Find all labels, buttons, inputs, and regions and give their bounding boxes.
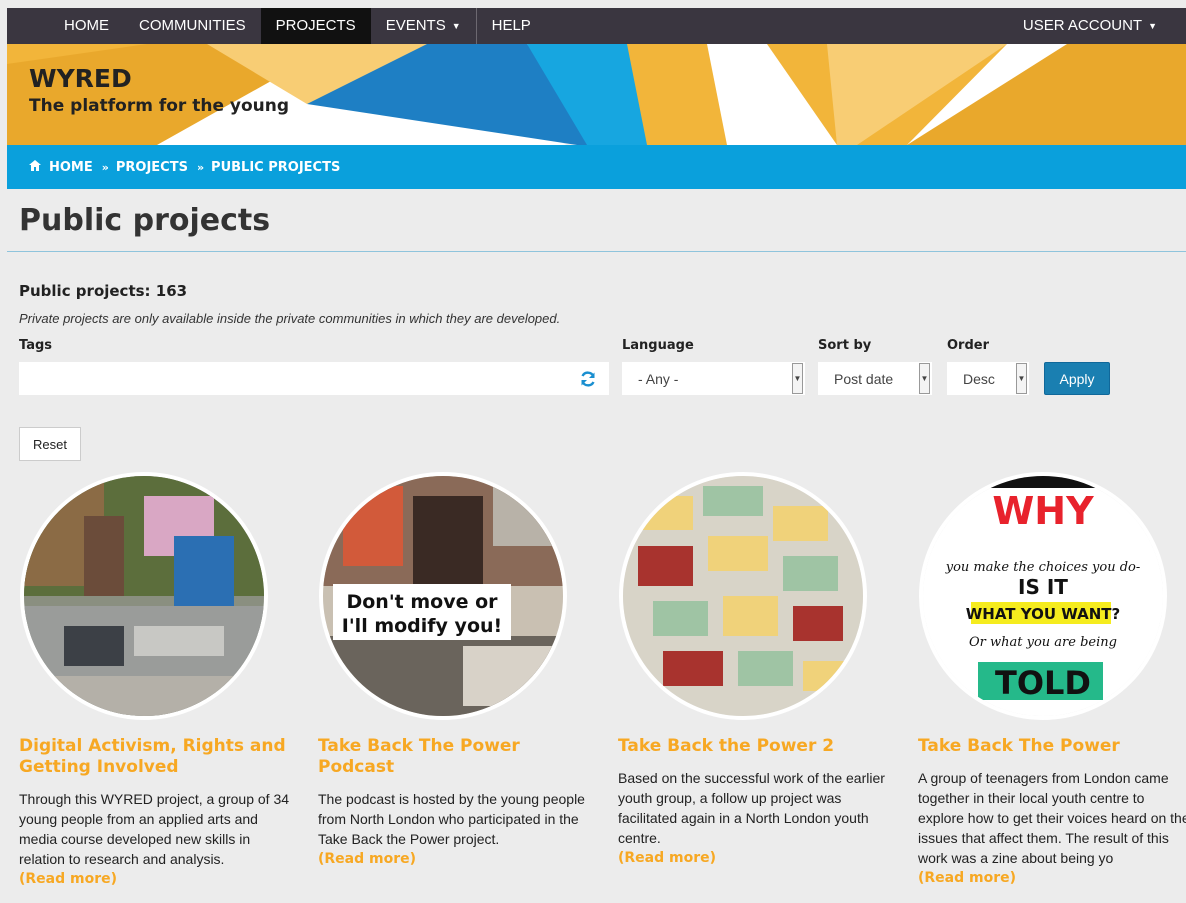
nav-help[interactable]: HELP [477, 8, 546, 44]
project-description: Through this WYRED project, a group of 3… [19, 791, 290, 867]
tags-input[interactable] [19, 362, 567, 395]
project-card: WHY you make the choices you do- IS IT W… [918, 472, 1186, 888]
sort-by-select-value: Post date [834, 370, 894, 387]
project-title[interactable]: Take Back the Power 2 [618, 736, 893, 757]
project-image[interactable] [619, 472, 867, 720]
language-select[interactable]: - Any - ▼ [622, 362, 805, 395]
project-card: Digital Activism, Rights and Getting Inv… [19, 472, 294, 889]
language-label: Language [622, 338, 694, 353]
project-image[interactable]: Don't move or I'll modify you! [319, 472, 567, 720]
banner-graphic [7, 44, 1186, 145]
tags-label: Tags [19, 338, 53, 353]
reset-button[interactable]: Reset [19, 427, 81, 461]
double-chevron-right-icon: » [196, 160, 205, 174]
project-description: The podcast is hosted by the young peopl… [318, 791, 585, 847]
image-text-told: TOLD [995, 664, 1091, 702]
caret-down-icon: ▼ [919, 363, 930, 394]
project-card: Don't move or I'll modify you! Take Back… [318, 472, 593, 869]
page-title: Public projects [19, 203, 271, 238]
caret-down-icon: ▼ [451, 21, 461, 32]
read-more-link[interactable]: (Read more) [618, 848, 893, 868]
project-title[interactable]: Digital Activism, Rights and Getting Inv… [19, 736, 294, 778]
project-title[interactable]: Take Back The Power [918, 736, 1186, 757]
home-icon [29, 160, 41, 174]
project-image[interactable] [20, 472, 268, 720]
project-description: Based on the successful work of the earl… [618, 770, 885, 846]
title-divider [7, 251, 1186, 252]
caret-down-icon: ▼ [1148, 21, 1157, 32]
breadcrumb-home[interactable]: HOME [49, 160, 93, 175]
order-select-value: Desc [963, 370, 995, 387]
caret-down-icon: ▼ [792, 363, 803, 394]
image-text-what-you-want: WHAT YOU WANT? [966, 605, 1120, 623]
read-more-link[interactable]: (Read more) [318, 849, 593, 869]
brand-subtitle: The platform for the young [29, 96, 290, 116]
nav-events-label: EVENTS [385, 17, 446, 34]
nav-communities[interactable]: COMMUNITIES [124, 8, 261, 44]
projects-count: Public projects: 163 [19, 282, 188, 300]
nav-user-account[interactable]: USER ACCOUNT ▼ [1008, 8, 1172, 44]
language-select-value: - Any - [638, 370, 679, 387]
nav-home[interactable]: HOME [49, 8, 124, 44]
order-select[interactable]: Desc ▼ [947, 362, 1029, 395]
breadcrumb: HOME » PROJECTS » PUBLIC PROJECTS [7, 145, 1186, 189]
project-description: A group of teenagers from London came to… [918, 770, 1186, 866]
breadcrumb-projects[interactable]: PROJECTS [116, 160, 188, 175]
nav-events[interactable]: EVENTS ▼ [371, 8, 476, 44]
sort-by-label: Sort by [818, 338, 872, 353]
image-caption-line-1: Don't move or [346, 591, 498, 613]
project-image[interactable]: WHY you make the choices you do- IS IT W… [919, 472, 1167, 720]
order-label: Order [947, 338, 989, 353]
apply-button[interactable]: Apply [1044, 362, 1110, 395]
double-chevron-right-icon: » [101, 160, 109, 174]
caret-down-icon: ▼ [1016, 363, 1027, 394]
project-card: Take Back the Power 2 Based on the succe… [618, 472, 893, 868]
site-banner: WYRED The platform for the young [7, 44, 1186, 145]
breadcrumb-public-projects[interactable]: PUBLIC PROJECTS [211, 160, 340, 175]
sort-by-select[interactable]: Post date ▼ [818, 362, 932, 395]
project-title[interactable]: Take Back The Power Podcast [318, 736, 593, 778]
image-text-is-it: IS IT [1018, 575, 1068, 599]
image-text-line-5: Or what you are being [969, 635, 1117, 650]
image-text-line-2: you make the choices you do- [945, 560, 1141, 575]
image-text-why: WHY [992, 489, 1094, 533]
read-more-link[interactable]: (Read more) [19, 869, 294, 889]
private-projects-note: Private projects are only available insi… [19, 311, 561, 326]
nav-projects[interactable]: PROJECTS [260, 8, 371, 44]
refresh-icon[interactable] [567, 362, 609, 395]
top-navbar: HOME COMMUNITIES PROJECTS EVENTS ▼ HELP U… [7, 8, 1186, 44]
nav-user-account-label: USER ACCOUNT [1022, 17, 1143, 34]
read-more-link[interactable]: (Read more) [918, 868, 1186, 888]
brand-title[interactable]: WYRED [29, 64, 132, 93]
image-caption-line-2: I'll modify you! [342, 615, 502, 637]
